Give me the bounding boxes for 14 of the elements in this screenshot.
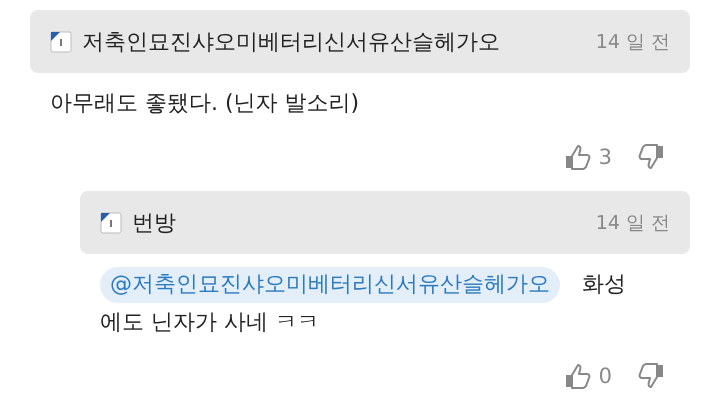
timestamp: 14 일 전 <box>596 210 670 236</box>
comment-text: 화성 <box>582 271 626 299</box>
avatar-icon <box>50 30 72 52</box>
like-count: 0 <box>598 364 612 388</box>
author-name[interactable]: 번방 <box>132 208 586 238</box>
thumbs-down-icon[interactable] <box>638 362 666 390</box>
mention-link[interactable]: @저축인묘진샤오미베터리신서유산슬헤가오 <box>100 267 560 303</box>
comment-text: 에도 닌자가 사네 ㅋㅋ <box>100 310 319 335</box>
avatar-icon <box>100 212 122 234</box>
author-name[interactable]: 저축인묘진샤오미베터리신서유산슬헤가오 <box>82 26 586 56</box>
timestamp: 14 일 전 <box>596 30 670 54</box>
comment-text: 아무래도 좋됐다. (닌자 발소리) <box>50 91 360 116</box>
like-count: 3 <box>598 145 612 169</box>
thumbs-down-icon[interactable] <box>638 143 666 171</box>
